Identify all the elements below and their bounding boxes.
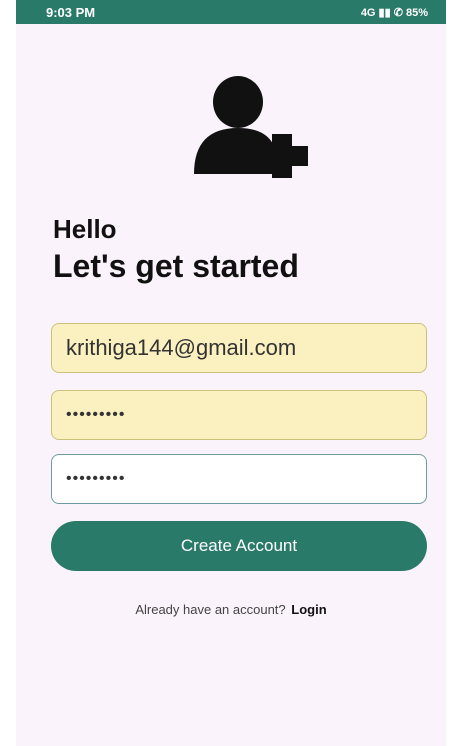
confirm-password-field[interactable] — [51, 454, 427, 504]
login-prompt-text: Already have an account? — [135, 602, 286, 617]
status-bar: 9:03 PM 4G ▮▮ ✆ 85% — [16, 0, 446, 24]
page-title: Let's get started — [53, 248, 299, 284]
add-user-icon-graphic — [194, 76, 308, 178]
create-account-button[interactable]: Create Account — [51, 521, 427, 571]
app-screen: 9:03 PM 4G ▮▮ ✆ 85% Hello Let's get star… — [16, 0, 446, 746]
greeting-hello: Hello — [53, 214, 117, 244]
add-user-icon — [176, 76, 316, 178]
password-field[interactable] — [51, 390, 427, 440]
email-field[interactable] — [51, 323, 427, 373]
status-indicators: 4G ▮▮ ✆ 85% — [360, 6, 428, 19]
login-link[interactable]: Login — [291, 602, 326, 617]
status-time: 9:03 PM — [46, 4, 96, 20]
login-prompt-row: Already have an account? Login — [16, 602, 446, 617]
